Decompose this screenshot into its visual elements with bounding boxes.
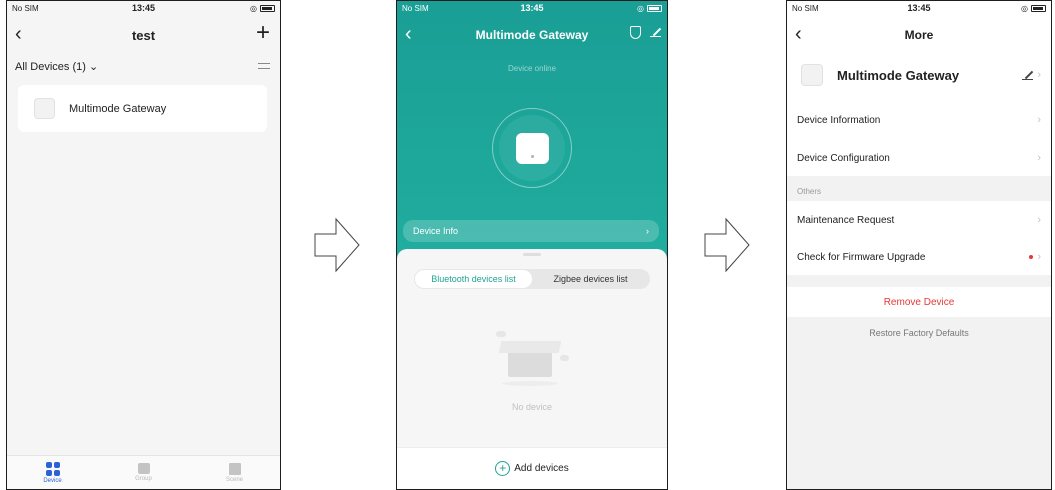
tab-group[interactable]: Group (119, 463, 169, 482)
restore-factory-defaults-button[interactable]: Restore Factory Defaults (869, 328, 969, 338)
page-title: test (131, 27, 156, 43)
tab-bluetooth-devices[interactable]: Bluetooth devices list (415, 270, 532, 288)
tab-zigbee-devices[interactable]: Zigbee devices list (532, 270, 649, 288)
device-status-text: Device online (507, 64, 557, 73)
grid-icon (45, 461, 60, 476)
device-configuration-row[interactable]: Device Configuration › (787, 142, 1051, 174)
chevron-right-icon: › (1037, 69, 1041, 81)
all-devices-dropdown[interactable]: All Devices (1) ⌄ (15, 60, 258, 73)
device-list-tabs: Bluetooth devices list Zigbee devices li… (414, 269, 650, 289)
device-list-screen: No SIM 13:45 ◎ ‹ test + All Devices (1) … (6, 0, 281, 490)
nav-bar: ‹ Multimode Gateway (397, 19, 667, 51)
device-info-row[interactable]: Device Info › (403, 220, 659, 242)
device-name: Multimode Gateway (837, 67, 960, 83)
tab-device[interactable]: Device (28, 461, 78, 484)
row-label: Check for Firmware Upgrade (797, 251, 926, 263)
device-card-multimode-gateway[interactable]: Multimode Gateway (18, 85, 267, 132)
box-flap (498, 341, 562, 353)
status-bar: No SIM 13:45 ◎ (397, 1, 667, 15)
battery-icon (1031, 4, 1046, 12)
tab-label: Group (135, 476, 152, 482)
section-label-others: Others (797, 187, 822, 196)
device-info-label: Device Info (413, 226, 459, 236)
row-label: Maintenance Request (797, 214, 895, 226)
back-chevron-icon[interactable]: ‹ (405, 23, 412, 45)
firmware-upgrade-row[interactable]: Check for Firmware Upgrade › (787, 241, 1051, 273)
battery-icon (647, 4, 662, 12)
device-filter: All Devices (1) ⌄ (15, 57, 270, 75)
add-devices-label: Add devices (514, 463, 569, 474)
tab-label: Scene (225, 476, 243, 483)
row-label: Device Information (797, 114, 881, 126)
plus-circle-icon: + (495, 461, 511, 476)
device-information-row[interactable]: Device Information › (787, 104, 1051, 136)
tab-scene[interactable]: Scene (210, 462, 260, 483)
page-title: Multimode Gateway (475, 28, 589, 42)
chevron-right-icon: › (1037, 114, 1041, 126)
all-devices-label: All Devices (1) (15, 60, 86, 73)
chevron-right-icon: › (1037, 214, 1041, 226)
edit-pencil-icon[interactable] (1021, 69, 1034, 81)
gateway-thumbnail-icon (801, 64, 823, 86)
cloud-icon (560, 355, 569, 361)
status-bar: No SIM 13:45 ◎ (787, 1, 1051, 15)
group-icon (137, 463, 150, 474)
flow-arrow-icon (314, 217, 360, 273)
cloud-icon (496, 331, 506, 337)
page-title: More (904, 28, 934, 42)
rename-actions: › (1021, 69, 1041, 81)
box-body (508, 349, 552, 377)
device-ring (492, 108, 572, 188)
gateway-device-icon (515, 132, 549, 164)
bottom-tab-bar: Device Group Scene (7, 455, 280, 489)
empty-state-text: No device (511, 402, 553, 412)
back-chevron-icon[interactable]: ‹ (795, 23, 802, 45)
more-settings-screen: No SIM 13:45 ◎ ‹ More Multimode Gateway … (786, 0, 1052, 490)
gateway-thumbnail-icon (34, 98, 55, 119)
status-time: 13:45 (520, 3, 544, 13)
chevron-down-icon: ⌄ (88, 60, 99, 73)
status-time: 13:45 (131, 3, 156, 13)
nav-bar: ‹ test + (7, 19, 280, 51)
add-devices-button[interactable]: + Add devices (397, 447, 667, 489)
nav-bar: ‹ More (787, 19, 1051, 51)
status-bar: No SIM 13:45 ◎ (7, 1, 280, 15)
restore-factory-defaults-area: Restore Factory Defaults (787, 317, 1051, 489)
device-name: Multimode Gateway (69, 102, 167, 115)
back-chevron-icon[interactable]: ‹ (15, 23, 22, 45)
tab-label: Device (43, 477, 62, 484)
edit-pencil-icon[interactable] (649, 26, 661, 38)
row-label: Device Configuration (797, 152, 890, 164)
section-divider (787, 176, 1051, 201)
scene-icon (228, 462, 241, 475)
update-badge-dot (1029, 255, 1034, 259)
maintenance-request-row[interactable]: Maintenance Request › (787, 204, 1051, 236)
box-shadow (502, 381, 558, 386)
device-hero: No SIM 13:45 ◎ ‹ Multimode Gateway Devic… (397, 1, 667, 261)
nav-actions (630, 26, 661, 39)
device-name-row[interactable]: Multimode Gateway › (787, 57, 1051, 93)
shield-icon[interactable] (630, 26, 641, 39)
empty-box-illustration (494, 327, 572, 387)
remove-device-button[interactable]: Remove Device (787, 287, 1051, 317)
chevron-right-icon: › (646, 226, 649, 236)
add-device-icon[interactable]: + (256, 20, 270, 46)
drag-handle[interactable] (523, 253, 541, 256)
section-divider (787, 275, 1051, 287)
status-time: 13:45 (907, 3, 931, 13)
chevron-right-icon: › (1037, 251, 1041, 263)
gateway-panel-screen: No SIM 13:45 ◎ ‹ Multimode Gateway Devic… (396, 0, 668, 490)
device-ring-inner (499, 115, 565, 181)
flow-arrow-icon (704, 217, 750, 273)
sort-settings-icon[interactable] (258, 62, 270, 70)
battery-icon (260, 4, 275, 12)
chevron-right-icon: › (1037, 152, 1041, 164)
